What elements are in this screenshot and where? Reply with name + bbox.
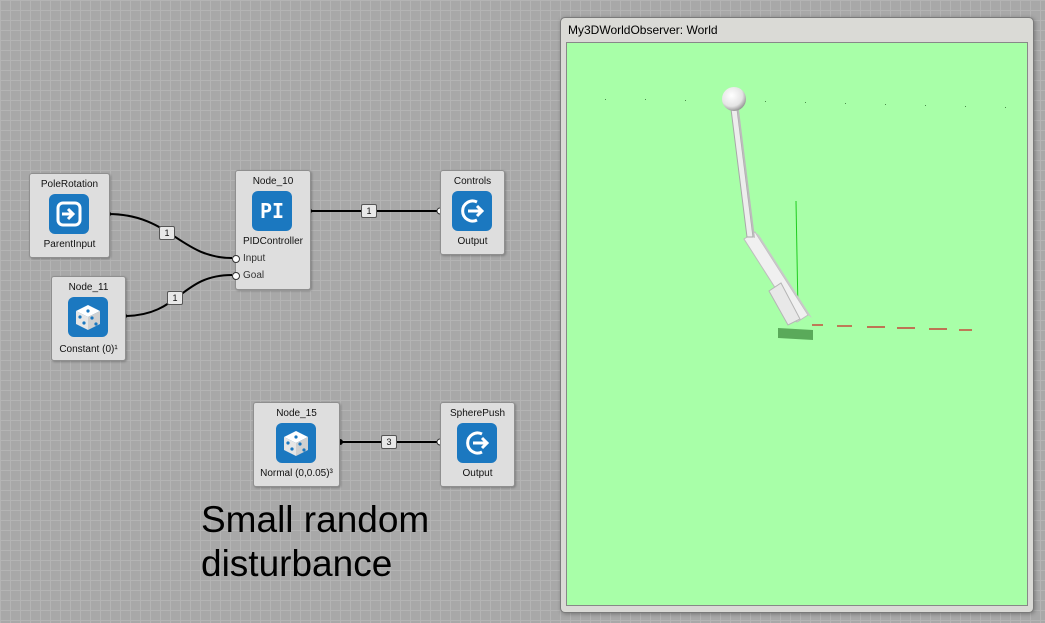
dice-icon [68, 297, 108, 337]
node-type-label: PIDController [242, 236, 304, 247]
node-title: PoleRotation [40, 179, 99, 190]
node-type-label: Output [457, 236, 488, 247]
wire-label: 1 [159, 226, 175, 240]
node-type-label: Output [462, 468, 493, 479]
node-type-label: Constant (0)¹ [59, 344, 118, 355]
horizon-dots [605, 99, 1006, 108]
node-title: Node_11 [68, 282, 109, 293]
node-title: SpherePush [449, 408, 506, 419]
node-pole-rotation[interactable]: PoleRotation ParentInput [29, 173, 110, 258]
port-label: Input [243, 253, 266, 264]
node-type-label: ParentInput [43, 239, 96, 250]
observer-window[interactable]: My3DWorldObserver: World [560, 17, 1034, 613]
pole [730, 108, 755, 238]
node-title: Node_15 [276, 408, 317, 419]
input-arrow-icon [49, 194, 89, 234]
node-controls[interactable]: Controls Output [440, 170, 505, 255]
pi-controller-icon: PI [252, 191, 292, 231]
node-15[interactable]: Node_15 Normal (0,0.05)³ [253, 402, 340, 487]
3d-scene [605, 87, 1006, 340]
node-type-label: Normal (0,0.05)³ [260, 468, 333, 479]
wire-label: 1 [361, 204, 377, 218]
wire-label: 3 [381, 435, 397, 449]
port-label: Goal [243, 270, 265, 281]
window-title: My3DWorldObserver: World [568, 23, 718, 37]
node-11[interactable]: Node_11 Constant (0)¹ [51, 276, 126, 361]
annotation-line: disturbance [201, 543, 393, 584]
node-title: Node_10 [252, 176, 294, 187]
output-arrow-icon [452, 191, 492, 231]
annotation-line: Small random [201, 499, 430, 540]
output-arrow-icon [457, 423, 497, 463]
canvas-annotation: Small random disturbance [201, 498, 429, 586]
node-10[interactable]: Node_10 PI PIDController Input Goal [232, 170, 311, 290]
pole-sphere [722, 87, 746, 111]
port-dot[interactable] [232, 271, 240, 280]
node-title: Controls [453, 176, 492, 187]
base-pad [778, 328, 813, 340]
cart-arm [743, 231, 812, 326]
x-axis-dashes [812, 324, 972, 331]
port-goal[interactable]: Goal [232, 270, 265, 281]
pi-glyph: PI [259, 199, 285, 223]
node-sphere-push[interactable]: SpherePush Output [440, 402, 515, 487]
wire-label: 1 [167, 291, 183, 305]
dice-icon [276, 423, 316, 463]
3d-viewport[interactable] [566, 42, 1028, 606]
port-input[interactable]: Input [232, 253, 266, 264]
port-dot[interactable] [232, 254, 240, 263]
